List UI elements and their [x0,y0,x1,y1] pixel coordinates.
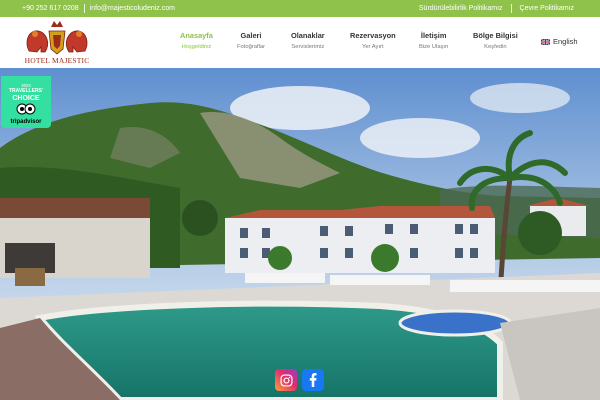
nav-gallery[interactable]: Galeri Fotoğraflar [237,31,265,50]
language-label: English [553,37,578,46]
instagram-button[interactable] [275,369,297,391]
nav-sublabel: Servislerimiz [291,44,325,50]
nav-label: Rezervasyon [350,31,396,40]
nav-contact[interactable]: İletişim Bize Ulaşın [419,31,448,50]
lion-crest-icon [26,21,88,55]
nav-home[interactable]: Anasayfa Hoşgeldiniz [180,31,213,50]
nav-sublabel: Keşfedin [484,44,507,50]
badge-brand: tripadvisor [10,119,42,125]
logo-text: HOTEL MAJESTIC [24,56,90,65]
nav-label: Anasayfa [180,31,213,40]
language-selector[interactable]: English [541,37,578,46]
instagram-icon [279,373,293,387]
facebook-button[interactable] [302,369,324,391]
tripadvisor-badge[interactable]: 2023 TRAVELLERS' CHOICE tripadvisor [1,76,51,128]
nav-sublabel: Hoşgeldiniz [181,44,212,50]
tripadvisor-owl-icon [16,103,36,115]
main-header: HOTEL MAJESTIC Anasayfa Hoşgeldiniz Gale… [0,17,600,68]
nav-label: İletişim [420,31,447,40]
divider [83,4,85,13]
badge-line2: CHOICE [12,95,40,102]
nav-region-info[interactable]: Bölge Bilgisi Keşfedin [473,31,518,50]
hotel-logo[interactable]: HOTEL MAJESTIC [21,19,93,65]
nav-label: Bölge Bilgisi [473,31,518,40]
phone-number[interactable]: +90 252 617 0208 [22,5,79,12]
hotel-pool-photo [0,68,600,400]
hero-image [0,68,600,400]
facebook-icon [309,373,317,387]
uk-flag-icon [541,38,550,45]
environment-policy-link[interactable]: Çevre Politikamız [520,5,574,12]
top-bar: +90 252 617 0208 info@majesticoludeniz.c… [0,0,600,17]
nav-sublabel: Yer Ayırt [362,44,384,50]
nav-sublabel: Bize Ulaşın [419,44,449,50]
badge-line1: TRAVELLERS' [8,88,44,94]
email-link[interactable]: info@majesticoludeniz.com [90,5,175,12]
sustainability-policy-link[interactable]: Sürdürülebilirlik Politikamız [419,5,503,12]
nav-facilities[interactable]: Olanaklar Servislerimiz [291,31,325,50]
nav-label: Olanaklar [291,31,325,40]
nav-sublabel: Fotoğraflar [237,44,266,50]
nav-reservation[interactable]: Rezervasyon Yer Ayırt [350,31,396,50]
divider [510,4,512,13]
nav-label: Galeri [240,31,262,40]
